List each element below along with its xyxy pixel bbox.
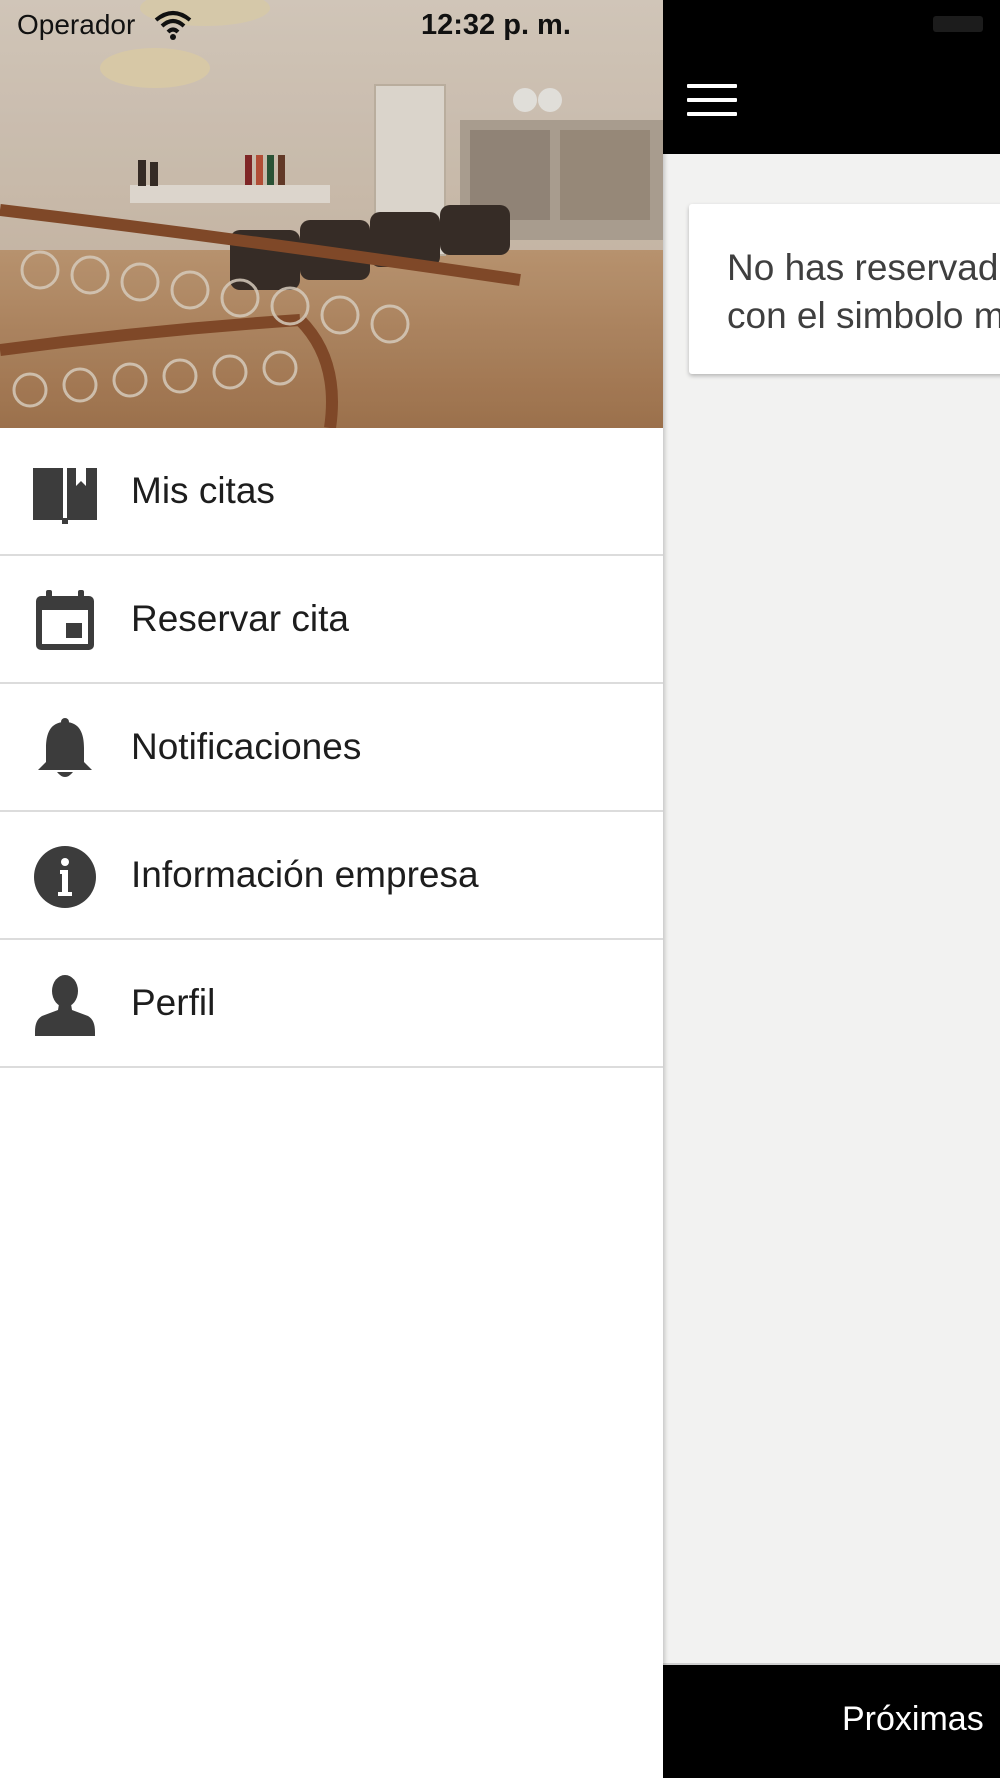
tab-proximas[interactable]: Próximas (842, 1700, 984, 1739)
status-time: 12:32 p. m. (421, 9, 571, 41)
calendar-icon (30, 590, 100, 652)
menu-item-label: Mis citas (131, 470, 275, 511)
menu-item-notificaciones[interactable]: Notificaciones (0, 684, 663, 812)
navigation-drawer: Operador 12:32 p. m. Mis citas Reservar … (0, 0, 663, 1778)
menu-item-label: Perfil (131, 982, 216, 1023)
status-bar: Operador 12:32 p. m. (0, 0, 663, 52)
empty-state-card: No has reservado con el simbolo m (689, 204, 1000, 374)
person-icon (30, 974, 100, 1036)
hamburger-menu-icon[interactable] (687, 82, 737, 120)
menu-item-label: Reservar cita (131, 598, 349, 639)
menu-item-perfil[interactable]: Perfil (0, 940, 663, 1068)
empty-state-message: No has reservado con el simbolo m (727, 244, 1000, 340)
info-icon (30, 846, 100, 908)
menu-item-label: Información empresa (131, 854, 479, 895)
book-bookmark-icon (30, 462, 100, 524)
empty-state-line-1: No has reservado (727, 247, 1000, 288)
bell-icon (30, 718, 100, 780)
menu-item-label: Notificaciones (131, 726, 362, 767)
carrier-label: Operador (17, 9, 136, 40)
empty-state-line-2: con el simbolo m (727, 295, 1000, 336)
top-app-bar (663, 0, 1000, 154)
wifi-icon (154, 10, 192, 45)
battery-icon (933, 16, 983, 32)
menu-item-mis-citas[interactable]: Mis citas (0, 428, 663, 556)
menu-item-informacion-empresa[interactable]: Información empresa (0, 812, 663, 940)
drawer-header-image: Operador 12:32 p. m. (0, 0, 663, 428)
bottom-tab-bar: Próximas (663, 1663, 1000, 1778)
drawer-menu: Mis citas Reservar cita Notificaciones I… (0, 428, 663, 1068)
main-screen: No has reservado con el simbolo m Próxim… (663, 0, 1000, 1778)
salon-interior-photo (0, 0, 663, 428)
menu-item-reservar-cita[interactable]: Reservar cita (0, 556, 663, 684)
